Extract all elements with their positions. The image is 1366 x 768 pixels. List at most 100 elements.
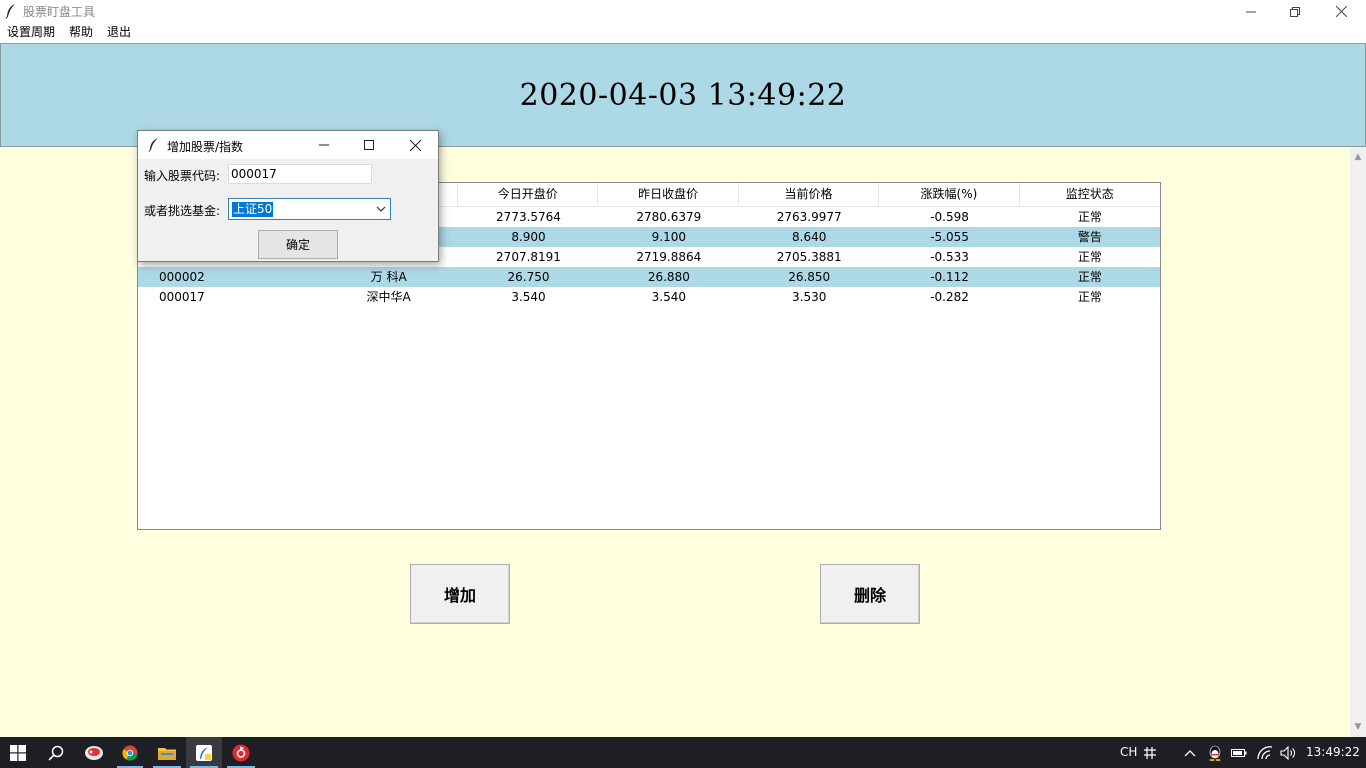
window-titlebar: 股票盯盘工具 <box>0 0 1366 23</box>
fund-select-label: 或者挑选基金: <box>144 204 221 218</box>
restore-icon <box>1290 6 1300 17</box>
feather-icon <box>5 4 15 19</box>
header-price[interactable]: 当前价格 <box>739 183 880 206</box>
dialog-close-button[interactable] <box>393 131 437 159</box>
chevron-up-icon <box>1184 749 1196 756</box>
volume-icon <box>1280 745 1295 760</box>
taskbar-app-explorer[interactable] <box>149 737 185 768</box>
cell-prev-close: 2719.8864 <box>636 250 702 264</box>
cell-status: 正常 <box>1077 270 1102 284</box>
cell-price: 3.530 <box>792 290 827 304</box>
start-button[interactable] <box>0 737 36 768</box>
stock-code-label: 输入股票代码: <box>144 169 221 183</box>
taskbar-clock[interactable]: 13:49:22 <box>1306 737 1360 768</box>
cell-open: 26.750 <box>507 270 550 284</box>
tray-qq[interactable] <box>1205 737 1225 768</box>
input-language[interactable]: CH <box>1120 737 1137 768</box>
close-icon <box>1335 6 1347 17</box>
fund-select[interactable]: 上证50 <box>228 198 391 220</box>
cell-prev-close: 9.100 <box>651 230 687 244</box>
add-button[interactable]: 增加 <box>410 564 510 624</box>
taskbar-app-python[interactable] <box>186 737 222 768</box>
cell-prev-close: 2780.6379 <box>636 210 702 224</box>
cell-status: 正常 <box>1077 250 1102 264</box>
cell-status: 正常 <box>1077 290 1102 304</box>
cell-name: 深中华A <box>366 290 411 304</box>
ime-grid-icon <box>1144 746 1156 759</box>
chevron-down-icon <box>376 206 386 212</box>
cell-change: -0.112 <box>930 270 969 284</box>
cell-open: 8.900 <box>511 230 546 244</box>
cell-code: 000002 <box>159 270 205 284</box>
cell-open: 2773.5764 <box>496 210 561 224</box>
cell-change: -5.055 <box>930 230 969 244</box>
fund-selected-value: 上证50 <box>232 202 274 217</box>
add-stock-dialog: 增加股票/指数 输入股票代码: 000017 或者挑选基金: 上证50 确定 <box>137 130 439 262</box>
minimize-icon <box>319 144 329 146</box>
minimize-button[interactable] <box>1228 0 1274 23</box>
confirm-button[interactable]: 确定 <box>258 230 338 259</box>
cell-code: 000017 <box>159 290 205 304</box>
delete-button[interactable]: 删除 <box>820 564 920 624</box>
vertical-scrollbar[interactable]: ▲ ▼ <box>1350 147 1366 737</box>
menu-settings-period[interactable]: 设置周期 <box>0 23 62 42</box>
minimize-icon <box>1246 11 1256 12</box>
scroll-down-icon[interactable]: ▼ <box>1350 719 1366 735</box>
dialog-title: 增加股票/指数 <box>167 140 244 154</box>
tray-wifi[interactable] <box>1254 737 1276 768</box>
dialog-titlebar: 增加股票/指数 <box>138 131 438 159</box>
taskbar-app-game[interactable] <box>76 737 112 768</box>
qq-penguin-icon <box>1209 745 1221 761</box>
cell-change: -0.533 <box>930 250 969 264</box>
wifi-icon <box>1257 745 1273 759</box>
battery-icon <box>1231 748 1247 757</box>
cell-status: 正常 <box>1077 210 1102 224</box>
taskbar: CH 13:49:22 <box>0 737 1366 768</box>
cell-prev-close: 26.880 <box>647 270 690 284</box>
cell-status: 警告 <box>1077 230 1102 244</box>
cell-open: 3.540 <box>511 290 546 304</box>
search-button[interactable] <box>38 737 74 768</box>
cell-prev-close: 3.540 <box>651 290 687 304</box>
menu-help[interactable]: 帮助 <box>62 23 100 42</box>
cell-open: 2707.8191 <box>496 250 561 264</box>
stock-code-input[interactable]: 000017 <box>228 164 372 184</box>
chrome-icon <box>122 745 138 761</box>
windows-icon <box>10 744 26 761</box>
header-change[interactable]: 涨跌幅(%) <box>879 183 1020 206</box>
tray-volume[interactable] <box>1277 737 1299 768</box>
tray-overflow-button[interactable] <box>1180 737 1200 768</box>
window-title: 股票盯盘工具 <box>23 5 96 19</box>
feather-icon <box>148 138 158 152</box>
cell-price: 8.640 <box>792 230 827 244</box>
cell-name: 万 科A <box>370 270 407 284</box>
menu-bar: 设置周期 帮助 退出 <box>0 23 1366 42</box>
dialog-minimize-button[interactable] <box>302 131 346 159</box>
clock-display: 2020-04-03 13:49:22 <box>519 77 847 113</box>
cell-price: 26.850 <box>788 270 831 284</box>
dialog-maximize-button[interactable] <box>347 131 391 159</box>
taskbar-app-netease-music[interactable] <box>223 737 259 768</box>
maximize-icon <box>364 140 374 150</box>
scroll-up-icon[interactable]: ▲ <box>1350 149 1366 165</box>
table-row[interactable]: 000002 万 科A 26.750 26.880 26.850 -0.112 … <box>138 267 1160 287</box>
search-icon <box>48 745 64 761</box>
taskbar-app-chrome[interactable] <box>113 737 147 768</box>
table-row[interactable]: 000017 深中华A 3.540 3.540 3.530 -0.282 正常 <box>138 287 1160 307</box>
close-button[interactable] <box>1318 0 1364 23</box>
python-feather-icon <box>196 744 212 761</box>
tray-battery[interactable] <box>1228 737 1250 768</box>
cell-change: -0.598 <box>930 210 969 224</box>
netease-music-icon <box>232 744 250 761</box>
ime-mode-button[interactable] <box>1140 737 1160 768</box>
cell-price: 2763.9977 <box>776 210 842 224</box>
menu-exit[interactable]: 退出 <box>100 23 138 42</box>
header-status[interactable]: 监控状态 <box>1020 183 1160 206</box>
close-icon <box>409 139 421 151</box>
restore-button[interactable] <box>1272 0 1318 23</box>
game-app-icon <box>85 745 103 760</box>
cell-change: -0.282 <box>930 290 969 304</box>
cell-price: 2705.3881 <box>776 250 842 264</box>
header-prev-close[interactable]: 昨日收盘价 <box>598 183 739 206</box>
header-open[interactable]: 今日开盘价 <box>458 183 599 206</box>
